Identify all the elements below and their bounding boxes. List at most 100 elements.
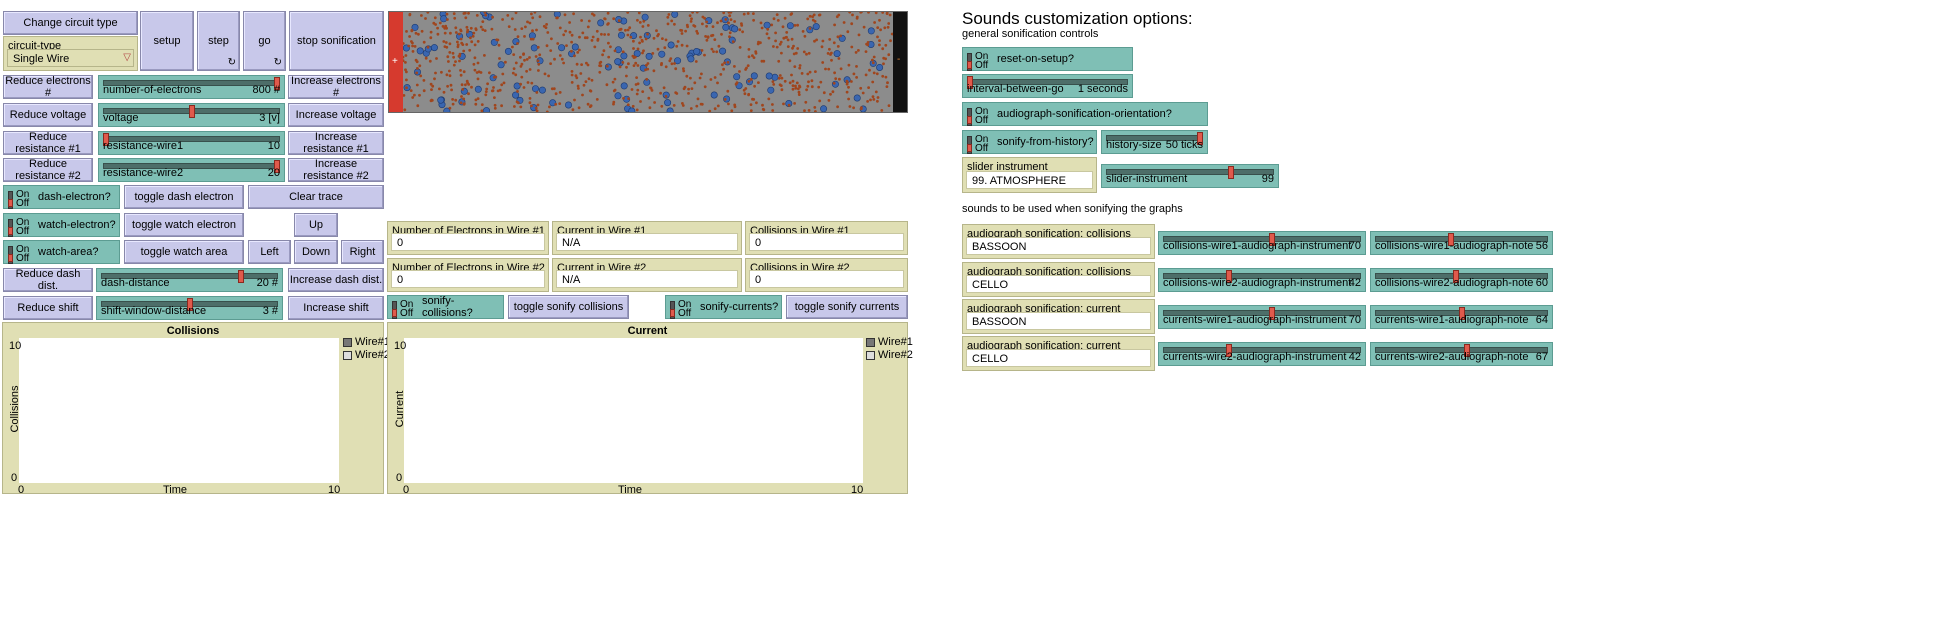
shift-window-distance-slider[interactable]: shift-window-distance 3 # xyxy=(96,296,283,320)
dash-electron-switch[interactable]: On Off dash-electron? xyxy=(3,185,120,209)
currents-wire1-note-slider[interactable]: currents-wire1-audiograph-note 64 xyxy=(1370,305,1553,329)
collisions-wire2-monitor: Collisions in Wire #2 0 xyxy=(745,258,908,292)
toggle-watch-area-button[interactable]: toggle watch area xyxy=(124,240,244,264)
electron xyxy=(744,68,747,71)
down-button[interactable]: Down xyxy=(294,240,338,264)
sonify-currents-switch[interactable]: On Off sonify-currents? xyxy=(665,295,782,319)
change-circuit-type-button[interactable]: Change circuit type xyxy=(3,11,138,35)
toggle-dash-electron-button[interactable]: toggle dash electron xyxy=(124,185,244,209)
currents-wire2-instrument-slider[interactable]: currents-wire2-audiograph-instrument 42 xyxy=(1158,342,1366,366)
toggle-switch-icon[interactable]: On Off xyxy=(7,189,33,209)
electron xyxy=(462,70,466,74)
currents-wire2-note-slider[interactable]: currents-wire2-audiograph-note 67 xyxy=(1370,342,1553,366)
collisions-wire2-sound-chooser[interactable]: audiograph sonification: collisions wire… xyxy=(962,262,1155,297)
slider-knob[interactable] xyxy=(237,270,244,283)
electron xyxy=(645,77,649,81)
reduce-shift-button[interactable]: Reduce shift xyxy=(3,296,93,320)
electron xyxy=(749,103,753,106)
slider-instrument-chooser[interactable]: slider instrument 99. ATMOSPHERE xyxy=(962,157,1097,193)
number-of-electrons-slider[interactable]: number-of-electrons 800 # xyxy=(98,75,285,99)
electron xyxy=(462,49,466,53)
reduce-voltage-button[interactable]: Reduce voltage xyxy=(3,103,93,127)
electron xyxy=(573,98,576,102)
increase-electrons-button[interactable]: Increase electrons # xyxy=(288,75,384,99)
toggle-switch-icon[interactable]: On Off xyxy=(966,134,992,154)
electron xyxy=(728,35,731,39)
chevron-down-icon[interactable]: ▽ xyxy=(123,52,131,63)
electron xyxy=(626,103,630,107)
interval-between-go-slider[interactable]: interval-between-go 1 seconds xyxy=(962,74,1133,98)
electron xyxy=(484,13,488,17)
increase-resistance-2-button[interactable]: Increase resistance #2 xyxy=(288,158,384,182)
toggle-sonify-currents-button[interactable]: toggle sonify currents xyxy=(786,295,908,319)
toggle-switch-icon[interactable]: On Off xyxy=(966,106,992,126)
go-button[interactable]: go ↻ xyxy=(243,11,286,71)
electron xyxy=(558,91,562,94)
currents-wire1-instrument-slider[interactable]: currents-wire1-audiograph-instrument 70 xyxy=(1158,305,1366,329)
collisions-wire1-note-slider[interactable]: collisions-wire1-audiograph-note 56 xyxy=(1370,231,1553,255)
toggle-sonify-collisions-button[interactable]: toggle sonify collisions xyxy=(508,295,629,319)
slider-instrument-slider[interactable]: slider-instrument 99 xyxy=(1101,164,1279,188)
setup-button[interactable]: setup xyxy=(140,11,194,71)
sonify-from-history-switch[interactable]: On Off sonify-from-history? xyxy=(962,130,1097,154)
increase-voltage-button[interactable]: Increase voltage xyxy=(288,103,384,127)
current-wire2-sound-chooser[interactable]: audiograph sonification: current wire#2 … xyxy=(962,336,1155,371)
toggle-switch-icon[interactable]: On Off xyxy=(7,217,33,237)
electron xyxy=(747,79,751,83)
electron xyxy=(492,86,495,89)
resistance-wire2-slider[interactable]: resistance-wire2 20 xyxy=(98,158,285,182)
slider-value: 70 xyxy=(1348,240,1361,252)
electron xyxy=(607,55,611,59)
electron xyxy=(887,22,891,25)
electron xyxy=(767,36,771,40)
collisions-wire1-sound-chooser[interactable]: audiograph sonification: collisions wire… xyxy=(962,224,1155,259)
toggle-switch-icon[interactable]: On Off xyxy=(966,51,992,71)
reduce-resistance-1-button[interactable]: Reduce resistance #1 xyxy=(3,131,93,155)
reset-on-setup-switch[interactable]: On Off reset-on-setup? xyxy=(962,47,1133,71)
electron xyxy=(577,106,581,110)
electron xyxy=(504,60,507,64)
clear-trace-button[interactable]: Clear trace xyxy=(248,185,384,209)
stop-sonification-button[interactable]: stop sonification xyxy=(289,11,384,71)
resistance-wire1-slider[interactable]: resistance-wire1 10 xyxy=(98,131,285,155)
electron xyxy=(613,49,617,53)
toggle-switch-icon[interactable]: On Off xyxy=(391,299,417,319)
electron xyxy=(410,29,414,33)
increase-resistance-1-button[interactable]: Increase resistance #1 xyxy=(288,131,384,155)
step-button[interactable]: step ↻ xyxy=(197,11,240,71)
slider-knob[interactable] xyxy=(188,105,195,118)
reduce-dash-dist-button[interactable]: Reduce dash dist. xyxy=(3,268,93,292)
left-button[interactable]: Left xyxy=(248,240,291,264)
toggle-switch-icon[interactable]: On Off xyxy=(669,299,695,319)
current-wire2-monitor: Current in Wire #2 N/A xyxy=(552,258,742,292)
collisions-wire2-note-slider[interactable]: collisions-wire2-audiograph-note 60 xyxy=(1370,268,1553,292)
switch-label: watch-electron? xyxy=(38,219,116,231)
voltage-slider[interactable]: voltage 3 [v] xyxy=(98,103,285,127)
right-button[interactable]: Right xyxy=(341,240,384,264)
atom-nucleus xyxy=(771,73,779,81)
audiograph-orientation-switch[interactable]: On Off audiograph-sonification-orientatio… xyxy=(962,102,1208,126)
toggle-watch-electron-button[interactable]: toggle watch electron xyxy=(124,213,244,237)
collisions-wire1-instrument-slider[interactable]: collisions-wire1-audiograph-instrument 7… xyxy=(1158,231,1366,255)
collisions-wire2-instrument-slider[interactable]: collisions-wire2-audiograph-instrument 4… xyxy=(1158,268,1366,292)
dash-distance-slider[interactable]: dash-distance 20 # xyxy=(96,268,283,292)
watch-area-switch[interactable]: On Off watch-area? xyxy=(3,240,120,264)
history-size-slider[interactable]: history-size 50 ticks xyxy=(1101,130,1208,154)
circuit-type-chooser[interactable]: circuit-type Single Wire ▽ xyxy=(3,36,138,71)
electron xyxy=(452,55,455,59)
slider-value: 50 ticks xyxy=(1165,139,1203,151)
reduce-electrons-button[interactable]: Reduce electrons # xyxy=(3,75,93,99)
current-wire1-sound-chooser[interactable]: audiograph sonification: current wire#1 … xyxy=(962,299,1155,334)
world-view[interactable]: + - xyxy=(388,11,908,113)
toggle-switch-icon[interactable]: On Off xyxy=(7,244,33,264)
sonify-collisions-switch[interactable]: On Off sonify-collisions? xyxy=(387,295,504,319)
increase-dash-dist-button[interactable]: Increase dash dist. xyxy=(288,268,384,292)
slider-knob[interactable] xyxy=(1227,166,1234,179)
electron xyxy=(685,44,689,48)
electron xyxy=(490,27,494,31)
reduce-resistance-2-button[interactable]: Reduce resistance #2 xyxy=(3,158,93,182)
up-button[interactable]: Up xyxy=(294,213,338,237)
watch-electron-switch[interactable]: On Off watch-electron? xyxy=(3,213,120,237)
increase-shift-button[interactable]: Increase shift xyxy=(288,296,384,320)
electron xyxy=(857,33,861,37)
